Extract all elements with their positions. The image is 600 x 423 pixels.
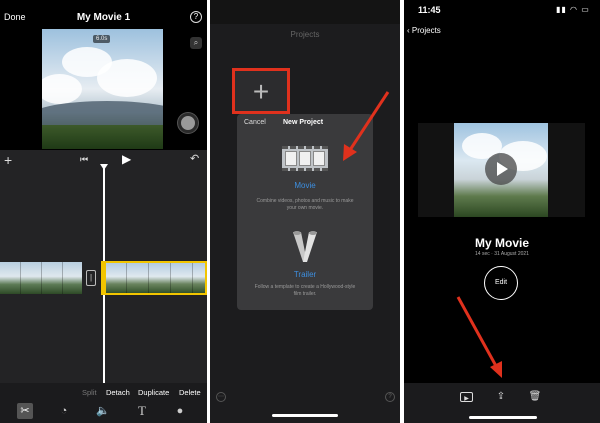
undo-icon[interactable]: ↶: [190, 152, 199, 165]
editor-viewer: Done My Movie 1 ? 6.0s ⌕: [0, 0, 207, 150]
detach-button[interactable]: Detach: [106, 388, 130, 397]
settings-icon[interactable]: ⋯: [216, 392, 226, 402]
project-toolbar: ▶ ⇪ 🗑: [404, 383, 600, 423]
add-media-icon[interactable]: +: [4, 152, 12, 168]
delete-button[interactable]: Delete: [179, 388, 201, 397]
play-icon[interactable]: ▶: [122, 152, 131, 166]
split-button[interactable]: Split: [82, 388, 97, 397]
selected-timeline-clip[interactable]: [101, 261, 207, 295]
record-button[interactable]: [178, 113, 198, 133]
text-icon[interactable]: T: [134, 403, 150, 419]
editor-toolbar: Split Detach Duplicate Delete ✂ ◔ 🔈 T ●: [0, 383, 207, 423]
volume-icon[interactable]: 🔈: [95, 403, 111, 419]
scissors-icon[interactable]: ✂: [17, 403, 33, 419]
help-icon[interactable]: ?: [385, 392, 395, 402]
cloud-shape: [97, 59, 157, 97]
video-preview[interactable]: 6.0s: [42, 29, 163, 149]
editor-screen: Done My Movie 1 ? 6.0s ⌕ + ⏮ ▶ ↶ | Split…: [0, 0, 207, 423]
play-movie-icon[interactable]: ▶: [460, 392, 473, 402]
timeline[interactable]: + ⏮ ▶ ↶ |: [0, 150, 207, 383]
duplicate-button[interactable]: Duplicate: [138, 388, 169, 397]
zoom-icon[interactable]: ⌕: [190, 37, 202, 49]
help-icon[interactable]: ?: [190, 11, 202, 23]
transition-icon[interactable]: |: [86, 270, 96, 286]
clip-duration-badge: 6.0s: [93, 35, 111, 43]
cloud-shape: [42, 74, 82, 104]
annotation-arrow: [343, 91, 390, 161]
share-icon[interactable]: ⇪: [494, 390, 508, 404]
project-title: My Movie 1: [76, 12, 131, 23]
projects-screen: Projects + Cancel New Project Movie Comb…: [210, 0, 400, 423]
timeline-clip[interactable]: [0, 262, 82, 294]
speed-icon[interactable]: ◔: [56, 403, 72, 419]
annotation-arrow: [456, 296, 502, 378]
grass-shape: [42, 125, 163, 149]
home-indicator: [469, 416, 537, 419]
filters-icon[interactable]: ●: [172, 403, 188, 419]
project-detail-screen: 11:45 ▮▮ ◠ ▭ ‹ Projects My Movie 14 sec …: [404, 0, 600, 423]
skip-to-start-icon[interactable]: ⏮: [80, 154, 88, 165]
home-indicator: [272, 414, 338, 417]
trash-icon[interactable]: 🗑: [528, 390, 542, 404]
